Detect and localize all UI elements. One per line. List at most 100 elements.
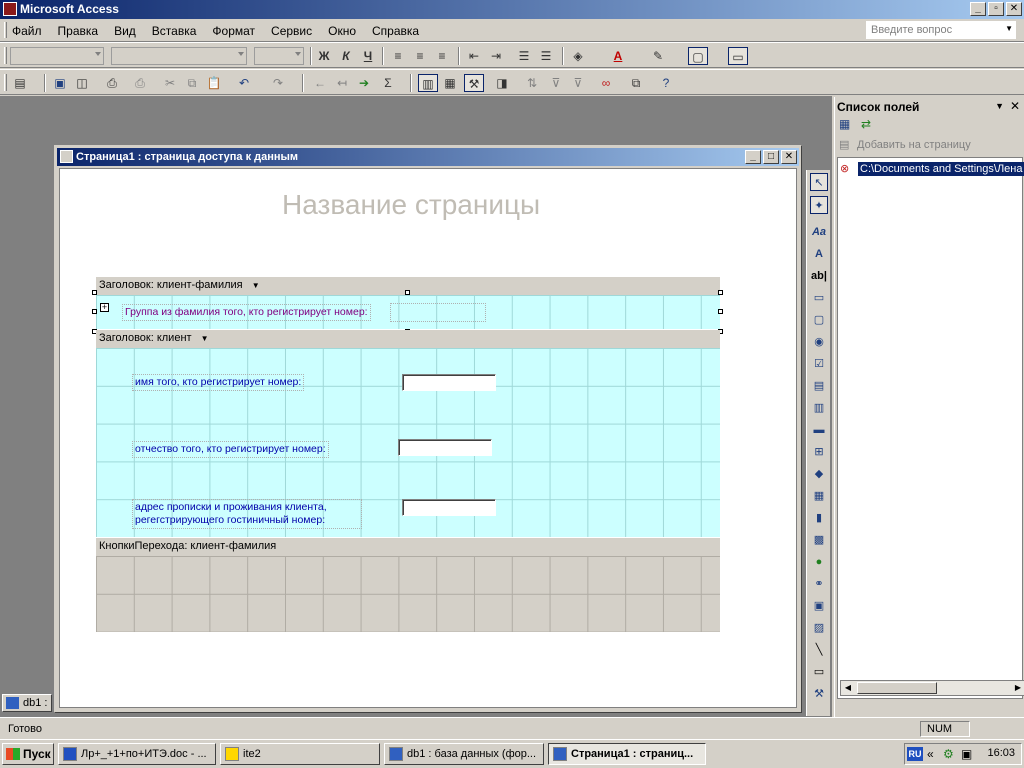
- section-header-client[interactable]: Заголовок: клиент ▼: [96, 330, 720, 348]
- doc-window-title-bar[interactable]: Страница1 : страница доступа к данным _ …: [57, 148, 799, 166]
- expand-icon[interactable]: +: [100, 303, 109, 312]
- font-color-icon[interactable]: A: [608, 47, 628, 65]
- cut-icon[interactable]: ✂: [160, 74, 180, 92]
- align-left-icon[interactable]: ≡: [388, 47, 408, 65]
- toolbar-grip[interactable]: [4, 47, 7, 64]
- office-pivot-table-icon[interactable]: ▦: [810, 487, 828, 505]
- print-icon[interactable]: ⎙: [130, 74, 150, 92]
- menu-edit[interactable]: Правка: [58, 24, 99, 38]
- print-preview-icon[interactable]: ⎙: [102, 74, 122, 92]
- add-to-page-icon[interactable]: ▤: [839, 138, 849, 151]
- minimize-button[interactable]: _: [970, 2, 986, 16]
- scroll-thumb[interactable]: [857, 682, 937, 694]
- language-indicator[interactable]: RU: [907, 747, 923, 761]
- group-label[interactable]: Группа из фамилия того, кто регистрирует…: [122, 304, 371, 321]
- sum-icon[interactable]: Σ: [378, 74, 398, 92]
- menu-insert[interactable]: Вставка: [152, 24, 197, 38]
- align-right-icon[interactable]: ≡: [432, 47, 452, 65]
- group-field-bound-box[interactable]: [390, 303, 486, 322]
- label-patronymic[interactable]: отчество того, кто регистрирует номер:: [132, 441, 329, 458]
- decrease-indent-icon[interactable]: ⇤: [464, 47, 484, 65]
- properties-icon[interactable]: ▦: [440, 74, 460, 92]
- line-color-icon[interactable]: ✎: [648, 47, 668, 65]
- volume-icon[interactable]: ▣: [961, 747, 972, 761]
- tree-item-database-path[interactable]: C:\Documents and Settings\Лена: [858, 162, 1024, 176]
- group-section-client-surname[interactable]: + Группа из фамилия того, кто регистриру…: [96, 295, 720, 329]
- page-title[interactable]: Название страницы: [282, 189, 540, 221]
- office-chart-icon[interactable]: ▮: [810, 509, 828, 527]
- chevron-down-icon[interactable]: ▼: [995, 101, 1004, 111]
- undo-icon[interactable]: ↶: [234, 74, 254, 92]
- line-tool-icon[interactable]: ╲: [810, 641, 828, 659]
- refresh-icon[interactable]: ⇄: [861, 117, 877, 133]
- taskbar-item-word-doc[interactable]: Лр+_+1+по+ИТЭ.doc - ...: [58, 743, 216, 765]
- hyperlink-icon[interactable]: ●: [810, 553, 828, 571]
- expand-tool-icon[interactable]: ⊞: [810, 443, 828, 461]
- textbox-tool-icon[interactable]: ab|: [810, 267, 828, 285]
- scroll-left-icon[interactable]: ◀: [842, 682, 854, 694]
- doc-minimize-button[interactable]: _: [745, 150, 761, 164]
- minimized-db-window[interactable]: db1 :: [2, 694, 52, 712]
- line-width-icon[interactable]: ▭: [728, 47, 748, 65]
- bulleted-list-icon[interactable]: ☰: [536, 47, 556, 65]
- new-field-icon[interactable]: ▦: [839, 117, 855, 133]
- underline-button[interactable]: Ч: [358, 47, 378, 65]
- chevron-down-icon[interactable]: ▼: [201, 334, 209, 343]
- start-button[interactable]: Пуск: [2, 743, 54, 765]
- promote-icon[interactable]: ←: [310, 74, 330, 92]
- taskbar-item-folder[interactable]: ite2: [220, 743, 380, 765]
- movie-icon[interactable]: ▣: [810, 597, 828, 615]
- xyz-icon[interactable]: ▢: [810, 311, 828, 329]
- themes-icon[interactable]: ◨: [492, 74, 512, 92]
- section-navigation[interactable]: КнопкиПерехода: клиент-фамилия: [96, 538, 720, 556]
- chevron-down-icon[interactable]: ▼: [1005, 24, 1013, 33]
- rectangle-tool-icon[interactable]: ▭: [810, 663, 828, 681]
- list-box-icon[interactable]: ▥: [810, 399, 828, 417]
- relationships-icon[interactable]: ∞: [596, 74, 616, 92]
- label-first-name[interactable]: имя того, кто регистрирует номер:: [132, 374, 305, 391]
- option-button-icon[interactable]: ◉: [810, 333, 828, 351]
- doc-close-button[interactable]: ✕: [781, 150, 797, 164]
- command-button-icon[interactable]: ▬: [810, 421, 828, 439]
- add-to-page-button[interactable]: Добавить на страницу: [857, 139, 971, 151]
- select-objects-icon[interactable]: ↖: [810, 173, 828, 191]
- menu-format[interactable]: Формат: [212, 24, 255, 38]
- checkbox-tool-icon[interactable]: ☑: [810, 355, 828, 373]
- selection-handle[interactable]: [405, 290, 410, 295]
- group-section-client[interactable]: имя того, кто регистрирует номер: отчест…: [96, 348, 720, 537]
- menu-tools[interactable]: Сервис: [271, 24, 312, 38]
- textbox-address[interactable]: [402, 499, 496, 516]
- fill-color-icon[interactable]: ◈: [568, 47, 588, 65]
- tray-expand-icon[interactable]: «: [927, 747, 934, 761]
- menu-view[interactable]: Вид: [114, 24, 136, 38]
- view-icon[interactable]: ▤: [10, 74, 30, 92]
- selection-handle[interactable]: [92, 309, 97, 314]
- chevron-down-icon[interactable]: ▼: [252, 281, 260, 290]
- menu-grip[interactable]: [4, 22, 7, 38]
- group-by-icon[interactable]: ➔: [354, 74, 374, 92]
- more-controls-icon[interactable]: ⚒: [810, 685, 828, 703]
- scrolling-text-icon[interactable]: ▭: [810, 289, 828, 307]
- selection-handle[interactable]: [92, 290, 97, 295]
- demote-icon[interactable]: ↤: [332, 74, 352, 92]
- horizontal-scrollbar[interactable]: ◀ ▶: [840, 680, 1024, 696]
- taskbar-item-page[interactable]: Страница1 : страниц...: [548, 743, 706, 765]
- selection-handle[interactable]: [718, 309, 723, 314]
- close-button[interactable]: ✕: [1006, 2, 1022, 16]
- page-design-canvas[interactable]: Название страницы Заголовок: клиент-фами…: [59, 168, 797, 708]
- menu-window[interactable]: Окно: [328, 24, 356, 38]
- office-spreadsheet-icon[interactable]: ▩: [810, 531, 828, 549]
- save-icon[interactable]: ▣: [50, 74, 70, 92]
- control-wizards-icon[interactable]: ✦: [810, 196, 828, 214]
- label-address[interactable]: адрес прописки и проживания клиента, рег…: [132, 499, 362, 529]
- font-combo[interactable]: [111, 47, 247, 65]
- align-center-icon[interactable]: ≡: [410, 47, 430, 65]
- network-icon[interactable]: ⚙: [943, 747, 954, 761]
- bound-html-icon[interactable]: A: [810, 245, 828, 263]
- restore-button[interactable]: ▫: [988, 2, 1004, 16]
- paste-icon[interactable]: 📋: [204, 74, 224, 92]
- font-size-combo[interactable]: [254, 47, 304, 65]
- menu-help[interactable]: Справка: [372, 24, 419, 38]
- field-list-tree[interactable]: ⊗ C:\Documents and Settings\Лена ◀ ▶: [837, 157, 1024, 699]
- filter-by-selection-icon[interactable]: ⊽: [546, 74, 566, 92]
